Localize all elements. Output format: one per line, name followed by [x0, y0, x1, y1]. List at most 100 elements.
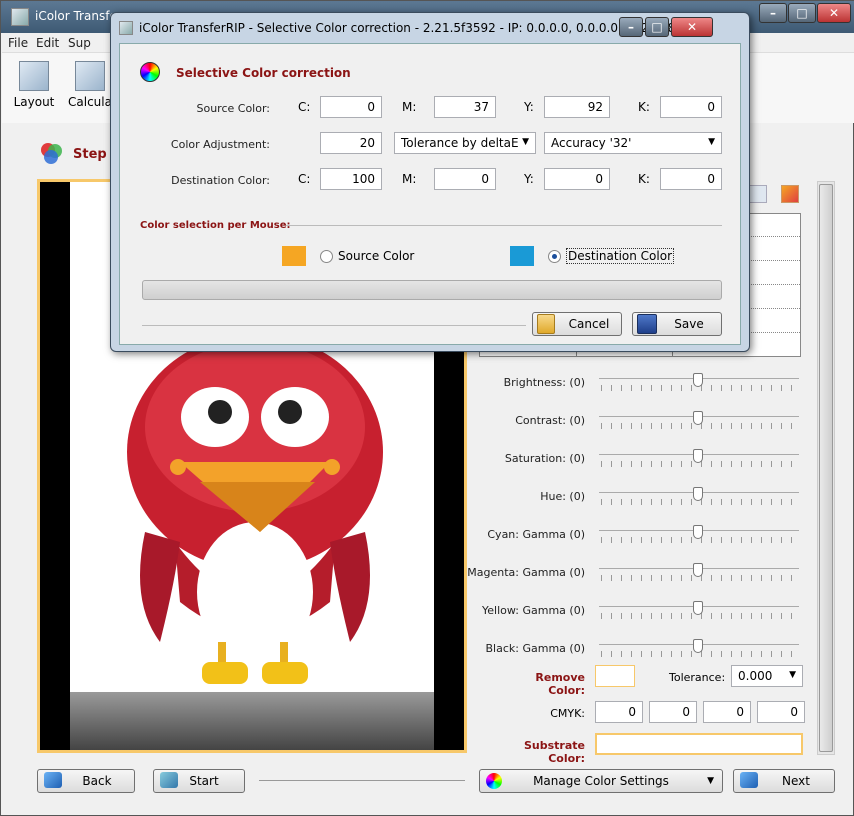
adjustment-label: Magenta: Gamma (0) — [467, 566, 585, 579]
calculate-button[interactable]: Calcula — [67, 61, 113, 109]
adjustment-slider[interactable] — [599, 601, 799, 625]
destination-color-swatch — [510, 246, 534, 266]
next-arrow-icon — [740, 772, 758, 788]
source-color-radio-label[interactable]: Source Color — [338, 249, 414, 263]
color-wheel-icon — [140, 62, 160, 82]
adjustment-label: Saturation: (0) — [504, 452, 585, 465]
slider-thumb[interactable] — [693, 601, 703, 615]
adjustment-slider[interactable] — [599, 525, 799, 549]
adjustment-label: Hue: (0) — [540, 490, 585, 503]
slider-thumb[interactable] — [693, 639, 703, 653]
destination-color-label: Destination Color: — [171, 174, 270, 187]
menu-file[interactable]: File — [8, 36, 28, 50]
destination-m-label: M: — [402, 172, 417, 186]
manage-color-settings-button[interactable]: Manage Color Settings ▼ — [479, 769, 723, 793]
tolerance-select[interactable]: 0.000 ▼ — [731, 665, 803, 687]
destination-m-input[interactable]: 0 — [434, 168, 496, 190]
color-adjustment-input[interactable]: 20 — [320, 132, 382, 154]
color-adjustment-label: Color Adjustment: — [170, 138, 270, 151]
layout-button[interactable]: Layout — [11, 61, 57, 109]
destination-k-label: K: — [638, 172, 650, 186]
slider-thumb[interactable] — [693, 487, 703, 501]
adjustment-slider[interactable] — [599, 373, 799, 397]
save-button[interactable]: Save — [632, 312, 722, 336]
calculator-icon — [75, 61, 105, 91]
adjustment-slider[interactable] — [599, 639, 799, 663]
main-window-title: iColor Transfe — [35, 9, 117, 23]
remove-color-swatch[interactable] — [595, 665, 635, 687]
menu-support[interactable]: Sup — [68, 36, 91, 50]
destination-k-input[interactable]: 0 — [660, 168, 722, 190]
minimize-button[interactable]: – — [759, 3, 787, 23]
source-m-input[interactable]: 37 — [434, 96, 496, 118]
source-k-input[interactable]: 0 — [660, 96, 722, 118]
destination-color-radio-label[interactable]: Destination Color — [566, 248, 675, 264]
save-icon — [637, 314, 657, 334]
adjustment-slider[interactable] — [599, 563, 799, 587]
destination-y-label: Y: — [524, 172, 534, 186]
destination-c-label: C: — [298, 172, 311, 186]
tolerance-label: Tolerance: — [669, 671, 726, 684]
adjustment-label: Brightness: (0) — [503, 376, 585, 389]
slider-thumb[interactable] — [693, 449, 703, 463]
source-k-label: K: — [638, 100, 650, 114]
chevron-down-icon: ▼ — [522, 137, 529, 147]
accuracy-select[interactable]: Accuracy '32' ▼ — [544, 132, 722, 154]
chevron-down-icon: ▼ — [707, 776, 714, 786]
destination-color-radio[interactable] — [548, 250, 561, 263]
adjustment-slider[interactable] — [599, 487, 799, 511]
adjustment-label: Black: Gamma (0) — [485, 642, 585, 655]
menu-edit[interactable]: Edit — [36, 36, 59, 50]
substrate-color-label: Substrate Color: — [524, 739, 585, 765]
dialog-maximize-button[interactable]: □ — [645, 17, 669, 37]
bird-illustration — [127, 334, 383, 684]
source-color-swatch — [282, 246, 306, 266]
palette-icon[interactable] — [781, 185, 799, 203]
cmyk-y-input[interactable]: 0 — [703, 701, 751, 723]
start-button[interactable]: Start — [153, 769, 245, 793]
cancel-icon — [537, 314, 555, 334]
dialog-minimize-button[interactable]: – — [619, 17, 643, 37]
destination-c-input[interactable]: 100 — [320, 168, 382, 190]
cancel-button[interactable]: Cancel — [532, 312, 622, 336]
cmyk-m-input[interactable]: 0 — [649, 701, 697, 723]
source-color-label: Source Color: — [196, 102, 270, 115]
substrate-color-field[interactable] — [595, 733, 803, 755]
remove-color-label: Remove Color: — [535, 671, 585, 697]
vertical-scrollbar[interactable] — [817, 181, 835, 755]
next-button[interactable]: Next — [733, 769, 835, 793]
adjustment-slider[interactable] — [599, 411, 799, 435]
dialog-body: Selective Color correction Source Color:… — [119, 43, 741, 345]
tolerance-method-select[interactable]: Tolerance by deltaE ▼ — [394, 132, 536, 154]
cmyk-c-input[interactable]: 0 — [595, 701, 643, 723]
source-color-radio[interactable] — [320, 250, 333, 263]
source-y-label: Y: — [524, 100, 534, 114]
cmyk-label: CMYK: — [550, 707, 585, 720]
slider-thumb[interactable] — [693, 563, 703, 577]
destination-y-input[interactable]: 0 — [544, 168, 610, 190]
dialog-title-bar: iColor TransferRIP - Selective Color cor… — [111, 13, 749, 43]
back-button[interactable]: Back — [37, 769, 135, 793]
slider-thumb[interactable] — [693, 411, 703, 425]
maximize-button[interactable]: □ — [788, 3, 816, 23]
dialog-heading: Selective Color correction — [176, 66, 351, 80]
adjustment-slider[interactable] — [599, 449, 799, 473]
scrollbar-thumb[interactable] — [819, 184, 833, 752]
slider-thumb[interactable] — [693, 373, 703, 387]
grid-icon[interactable] — [749, 185, 767, 203]
source-c-label: C: — [298, 100, 311, 114]
chevron-down-icon: ▼ — [708, 137, 715, 147]
chevron-down-icon: ▼ — [789, 670, 796, 680]
dialog-close-button[interactable]: ✕ — [671, 17, 713, 37]
layout-icon — [19, 61, 49, 91]
app-icon — [11, 8, 29, 26]
progress-bar — [142, 280, 722, 300]
source-c-input[interactable]: 0 — [320, 96, 382, 118]
slider-thumb[interactable] — [693, 525, 703, 539]
preview-border-left — [40, 182, 70, 750]
cmyk-k-input[interactable]: 0 — [757, 701, 805, 723]
adjustment-label: Yellow: Gamma (0) — [482, 604, 585, 617]
close-button[interactable]: ✕ — [817, 3, 851, 23]
dialog-title: iColor TransferRIP - Selective Color cor… — [139, 21, 687, 35]
source-y-input[interactable]: 92 — [544, 96, 610, 118]
